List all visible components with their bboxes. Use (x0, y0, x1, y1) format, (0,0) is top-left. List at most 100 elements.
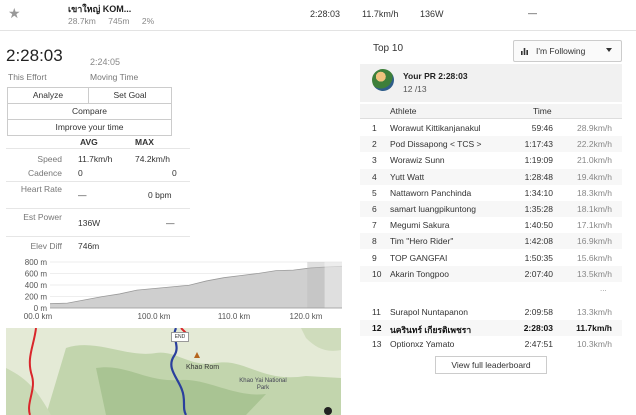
table-row[interactable]: 3 Worawiz Sunn 1:19:09 21.0km/h (360, 152, 622, 168)
stat-label-heart-rate: Heart Rate (20, 184, 62, 194)
row-time: 1:50:35 (524, 252, 553, 263)
row-rank: 3 (372, 155, 377, 166)
stat-label-speed: Speed (37, 154, 62, 164)
your-pr-rank: 12 /13 (403, 84, 427, 94)
row-athlete-name[interactable]: Pod Dissapong < TCS > (390, 139, 482, 149)
row-athlete-name[interactable]: Surapol Nuntapanon (390, 307, 468, 317)
row-time: 1:42:08 (524, 236, 553, 247)
col-time[interactable]: Time (533, 106, 552, 116)
x-tick-label: 100.0 km (138, 312, 171, 320)
row-rank: 5 (372, 187, 377, 198)
y-tick-label: 800 m (25, 258, 48, 267)
map-label-park: Khao Yai National Park (239, 378, 287, 391)
segment-map[interactable]: END Khao Rom Khao Yai National Park (6, 328, 341, 415)
row-rank: 2 (372, 139, 377, 150)
row-speed: 22.2km/h (577, 139, 612, 150)
table-row[interactable]: 7 Megumi Sakura 1:40:50 17.1km/h (360, 217, 622, 233)
table-row[interactable]: 4 Yutt Watt 1:28:48 19.4km/h (360, 168, 622, 185)
row-athlete-name[interactable]: นครินทร์ เกียรติเพชรา (390, 323, 471, 337)
row-rank: 4 (372, 171, 377, 182)
row-time: 2:07:40 (524, 268, 553, 279)
leaderboard-ellipsis: ... (600, 284, 607, 293)
summary-time: 2:28:03 (310, 9, 341, 19)
row-rank: 6 (372, 204, 377, 214)
table-row[interactable]: 9 TOP GANGFAI 1:50:35 15.6km/h (360, 250, 622, 266)
segment-stats: 28.7km 745m 2% (68, 16, 164, 26)
row-rank: 11 (372, 307, 381, 317)
row-time: 2:09:58 (524, 307, 553, 317)
summary-extra: — (528, 8, 537, 18)
col-athlete[interactable]: Athlete (390, 106, 416, 116)
star-icon[interactable]: ★ (8, 5, 21, 22)
peak-icon (194, 352, 200, 358)
effort-time: 2:28:03 (6, 46, 63, 65)
analyze-button[interactable]: Analyze (7, 87, 89, 104)
stat-label-cadence: Cadence (27, 168, 62, 178)
map-info-icon[interactable] (324, 407, 332, 415)
divider (6, 208, 190, 209)
table-row[interactable]: 1 Worawut Kittikanjanakul 59:46 28.9km/h (360, 120, 622, 136)
divider (6, 148, 190, 149)
stat-avg-cadence: 0 (78, 168, 83, 178)
compare-button[interactable]: Compare (7, 103, 172, 120)
following-filter-dropdown[interactable]: I'm Following (513, 40, 622, 62)
table-row[interactable]: 6 samart luangpikuntong 1:35:28 18.1km/h (360, 201, 622, 217)
table-row[interactable]: 10 Akarin Tongpoo 2:07:40 13.5km/h (360, 265, 622, 282)
elevation-profile-chart[interactable]: 800 m600 m400 m200 m0 m00.0 km 100.0 km 11… (6, 258, 342, 320)
stat-max-est-power: — (166, 218, 175, 228)
row-rank: 1 (372, 123, 377, 133)
row-athlete-name[interactable]: Megumi Sakura (390, 220, 450, 230)
row-athlete-name[interactable]: Yutt Watt (390, 172, 424, 182)
y-tick-label: 600 m (25, 270, 48, 279)
segment-distance: 28.7km (68, 16, 96, 26)
row-athlete-name[interactable]: Optionxz Yamato (390, 339, 454, 349)
table-row[interactable]: 11 Surapol Nuntapanon 2:09:58 13.3km/h (360, 304, 622, 320)
row-speed: 13.3km/h (577, 307, 612, 317)
segment-grade: 2% (141, 16, 155, 26)
row-rank: 13 (372, 339, 382, 350)
x-tick-label: 120.0 km (290, 312, 323, 320)
divider (6, 181, 190, 182)
stat-avg-est-power: 136W (78, 218, 101, 228)
row-speed: 16.9km/h (577, 236, 612, 247)
segment-elevation: 745m (108, 16, 130, 26)
table-row[interactable]: 8 Tim "Hero Rider" 1:42:08 16.9km/h (360, 233, 622, 250)
table-row[interactable]: 13 Optionxz Yamato 2:47:51 10.3km/h (360, 336, 622, 352)
stat-max-cadence: 0 (172, 168, 177, 178)
avatar[interactable] (372, 69, 394, 91)
row-speed: 15.6km/h (577, 252, 612, 263)
your-pr-label: Your PR 2:28:03 (403, 71, 468, 81)
row-time: 1:40:50 (524, 220, 553, 231)
row-speed: 18.3km/h (577, 187, 612, 198)
row-rank: 9 (372, 252, 377, 263)
table-row[interactable]: 2 Pod Dissapong < TCS > 1:17:43 22.2km/h (360, 136, 622, 153)
row-time: 1:34:10 (524, 187, 553, 198)
row-athlete-name[interactable]: Worawut Kittikanjanakul (390, 123, 481, 133)
segment-name-link[interactable]: เขาใหญ่ KOM... (68, 2, 131, 16)
x-tick-label: 110.0 km (218, 312, 251, 320)
y-tick-label: 200 m (25, 293, 48, 302)
row-time: 2:28:03 (523, 323, 553, 334)
map-pin[interactable]: END (171, 332, 189, 342)
row-athlete-name[interactable]: TOP GANGFAI (390, 253, 447, 263)
row-time: 2:47:51 (524, 339, 553, 350)
row-time: 1:28:48 (524, 171, 553, 182)
row-athlete-name[interactable]: Akarin Tongpoo (390, 269, 449, 279)
view-full-leaderboard-button[interactable]: View full leaderboard (435, 356, 547, 374)
table-row[interactable]: 5 Nattaworn Panchinda 1:34:10 18.3km/h (360, 185, 622, 201)
row-athlete-name[interactable]: Tim "Hero Rider" (390, 236, 453, 246)
row-speed: 21.0km/h (577, 155, 612, 166)
set-goal-button[interactable]: Set Goal (88, 87, 172, 104)
row-speed: 10.3km/h (577, 339, 612, 350)
stat-label-est-power: Est Power (23, 212, 62, 222)
row-athlete-name[interactable]: samart luangpikuntong (390, 204, 476, 214)
stat-avg-heart-rate: — (78, 190, 87, 200)
row-time: 1:19:09 (524, 155, 553, 166)
row-athlete-name[interactable]: Nattaworn Panchinda (390, 188, 471, 198)
improve-time-button[interactable]: Improve your time (7, 119, 172, 136)
map-label-khao-rom: Khao Rom (186, 364, 220, 371)
row-athlete-name[interactable]: Worawiz Sunn (390, 155, 445, 165)
stat-max-speed: 74.2km/h (135, 154, 170, 164)
table-row[interactable]: 12 นครินทร์ เกียรติเพชรา 2:28:03 11.7km/h (360, 320, 622, 337)
after-segment-region (324, 262, 342, 308)
